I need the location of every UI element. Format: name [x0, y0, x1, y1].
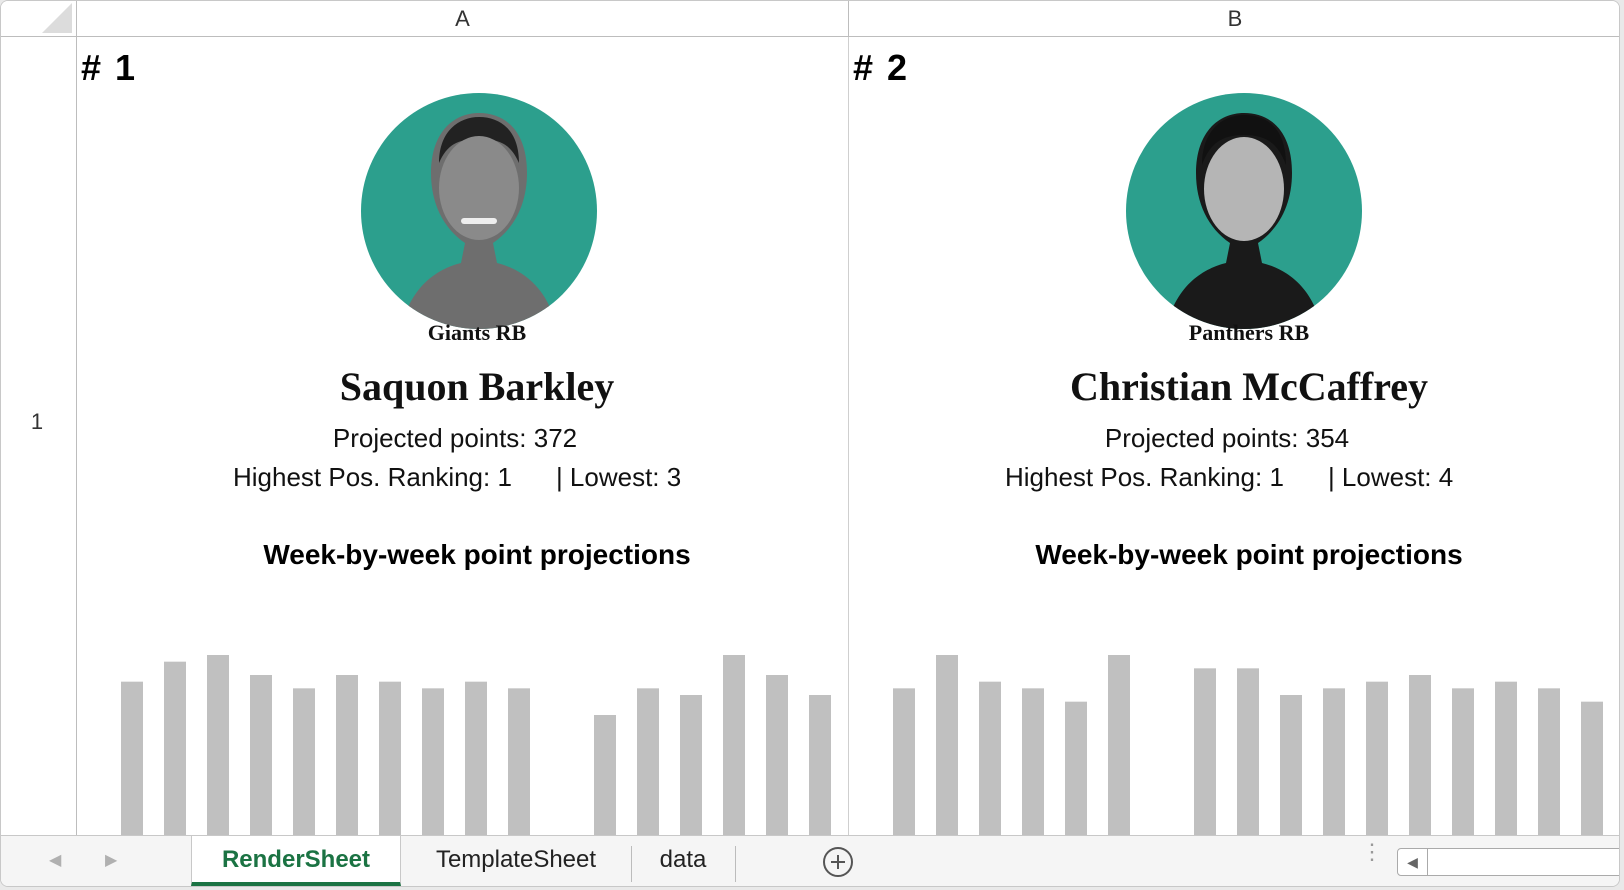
chart-bar [936, 655, 958, 835]
sheet-tab-bar: ◀ ▶ RenderSheet TemplateSheet data ⋮ ◀ [1, 835, 1619, 886]
cell-a1[interactable]: # 1 Giants RB Saquon Barkley Projected p… [77, 37, 849, 835]
chart-bar [1108, 655, 1130, 835]
player-name: Christian McCaffrey [1069, 364, 1429, 409]
chart-bar [766, 675, 788, 835]
cell-b1[interactable]: # 2 Panthers RB Christian McCaffrey Proj… [849, 37, 1619, 835]
scroll-tabs-right-icon[interactable]: ▶ [105, 850, 117, 870]
chart-bar [1065, 701, 1087, 835]
tab-divider [631, 846, 632, 882]
tab-templatesheet[interactable]: TemplateSheet [403, 836, 629, 886]
player-name: Saquon Barkley [339, 364, 615, 409]
chart-bar [379, 681, 401, 835]
spreadsheet-window: A B 1 # 1 Giants RB Saquon Barkley Proje… [0, 0, 1620, 887]
chart-bar [164, 661, 186, 835]
team-position: Giants RB [427, 320, 527, 345]
column-header-b[interactable]: B [849, 1, 1619, 37]
chart-bar [723, 655, 745, 835]
chart-bar [893, 688, 915, 835]
chart-bar [293, 688, 315, 835]
chart-bar [336, 675, 358, 835]
week-projection-chart [893, 655, 1603, 835]
player-silhouette-icon [1166, 113, 1322, 329]
chart-bar [637, 688, 659, 835]
chart-bar [1452, 688, 1474, 835]
chart-bar [1366, 681, 1388, 835]
column-header-row: A B [1, 1, 1619, 37]
chart-bar [1581, 701, 1603, 835]
lowest-ranking: | Lowest: 4 [1327, 462, 1454, 492]
ranking-line: Highest Pos. Ranking: 1 | Lowest: 3 [233, 462, 681, 493]
chart-bar [121, 681, 143, 835]
scroll-tabs-left-icon[interactable]: ◀ [49, 850, 61, 870]
more-options-icon[interactable]: ⋮ [1361, 841, 1383, 863]
column-header-a[interactable]: A [77, 1, 849, 37]
week-projection-chart [121, 655, 831, 835]
player-photo-icon [1126, 93, 1362, 329]
chart-bar [508, 688, 530, 835]
select-all-corner[interactable] [1, 1, 77, 37]
player-photo-icon [361, 93, 597, 329]
lowest-ranking: | Lowest: 3 [555, 462, 682, 492]
team-position: Panthers RB [1188, 320, 1310, 345]
chart-bar [680, 695, 702, 835]
projected-points: Projected points: 354 [1104, 423, 1350, 453]
scroll-left-icon[interactable]: ◀ [1398, 849, 1428, 875]
highest-ranking: Highest Pos. Ranking: 1 [233, 462, 512, 492]
player-silhouette-icon [401, 113, 557, 329]
chart-bar [1237, 668, 1259, 835]
chart-bar [207, 655, 229, 835]
chart-bar [1409, 675, 1431, 835]
highest-ranking: Highest Pos. Ranking: 1 [1005, 462, 1284, 492]
row-number: 1 [30, 409, 44, 434]
chart-bar [979, 681, 1001, 835]
chart-bar [1323, 688, 1345, 835]
chart-bar [1022, 688, 1044, 835]
chart-title: Week-by-week point projections [1035, 539, 1463, 570]
chart-bar [250, 675, 272, 835]
chart-title: Week-by-week point projections [263, 539, 691, 570]
player-rank: # 2 [853, 47, 910, 88]
chart-bar [809, 695, 831, 835]
chart-bar [1280, 695, 1302, 835]
horizontal-scrollbar[interactable]: ◀ [1397, 848, 1619, 876]
chart-bar [465, 681, 487, 835]
row-header-1[interactable]: 1 [1, 37, 77, 835]
tab-rendersheet[interactable]: RenderSheet [191, 836, 401, 886]
projected-points: Projected points: 372 [332, 423, 578, 453]
chart-bar [422, 688, 444, 835]
tab-data[interactable]: data [633, 836, 733, 886]
select-all-icon [42, 3, 72, 33]
tab-divider [735, 846, 736, 882]
chart-bar [1538, 688, 1560, 835]
ranking-line: Highest Pos. Ranking: 1 | Lowest: 4 [1005, 462, 1453, 493]
add-sheet-icon[interactable] [823, 847, 853, 877]
chart-bar [1194, 668, 1216, 835]
chart-bar [1495, 681, 1517, 835]
player-rank: # 1 [81, 47, 138, 88]
chart-bar [594, 715, 616, 835]
